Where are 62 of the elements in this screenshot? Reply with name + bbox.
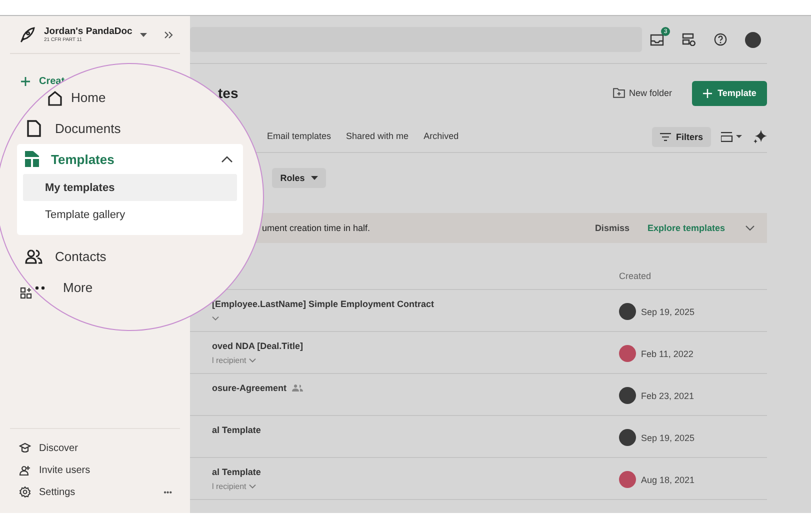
dismiss-link[interactable]: Dismiss (594, 223, 630, 233)
template-name[interactable]: al Template (212, 467, 261, 477)
document-icon (27, 120, 41, 137)
sub-nav-item[interactable]: My templates (23, 174, 237, 201)
caret-icon[interactable] (140, 32, 148, 36)
tab[interactable]: Archived (424, 122, 459, 152)
templates-icon (25, 151, 39, 167)
nav-item[interactable]: Documents (55, 121, 121, 136)
chevron-down-icon[interactable] (249, 358, 256, 362)
layout-clock-icon[interactable] (682, 33, 696, 46)
created-date: Feb 23, 2021 (641, 390, 694, 400)
help-icon[interactable] (714, 33, 727, 46)
filters-button[interactable]: Filters (652, 127, 711, 147)
new-folder-button[interactable]: New folder (612, 88, 672, 98)
contacts-icon (25, 248, 43, 264)
recipient-label: l recipient (212, 356, 246, 364)
workspace-name[interactable]: Jordan's PandaDoc (44, 26, 132, 37)
settings-icon[interactable] (19, 486, 31, 498)
graduation-cap-icon[interactable] (19, 442, 31, 454)
nav-item[interactable]: Home (71, 90, 106, 105)
house-icon (47, 90, 63, 106)
collapse-icon[interactable] (164, 30, 174, 38)
new-template-button[interactable]: Template (692, 80, 767, 106)
created-date: Aug 18, 2021 (641, 474, 695, 484)
tab[interactable]: Shared with me (346, 122, 409, 152)
column-header[interactable]: Created (619, 271, 767, 281)
add-user-icon[interactable] (19, 464, 31, 476)
sparkle-icon[interactable] (753, 130, 767, 144)
recipient-label: l recipient (212, 482, 246, 490)
template-name[interactable]: osure-Agreement (212, 383, 287, 393)
created-date: Feb 11, 2022 (641, 348, 694, 358)
template-name[interactable]: al Template (212, 425, 261, 435)
nav-item[interactable]: More (63, 280, 93, 295)
plus-icon (702, 88, 712, 98)
chevron-icon[interactable] (221, 156, 233, 162)
tab[interactable]: Email templates (267, 122, 332, 152)
chevron-down-icon[interactable] (212, 316, 219, 320)
filter-icon (660, 133, 671, 141)
created-date: Sep 19, 2025 (641, 306, 695, 316)
inbox-icon[interactable] (650, 33, 664, 46)
apps-icon[interactable] (20, 287, 32, 299)
page-title: tes (218, 85, 238, 101)
chevron-down-icon[interactable] (745, 225, 755, 231)
chevron-down-icon[interactable] (249, 484, 256, 488)
nav-item[interactable]: Contacts (55, 249, 106, 264)
search-field[interactable] (190, 27, 642, 52)
sidebar-item[interactable]: Discover (39, 442, 78, 454)
banner-text: ument creation time in half. (262, 223, 370, 233)
folder-icon (612, 88, 625, 98)
template-name[interactable]: oved NDA [Deal.Title] (212, 341, 304, 351)
template-name[interactable]: [Employee.LastName] Simple Employment Contract (212, 299, 434, 309)
sub-nav-item[interactable]: Template gallery (23, 201, 237, 228)
caret-icon (310, 176, 318, 180)
nav-item[interactable]: Templates (51, 152, 114, 166)
more-options[interactable]: ••• (164, 488, 172, 496)
avatar[interactable] (745, 32, 761, 48)
plus-icon[interactable] (21, 77, 30, 86)
roles-dropdown[interactable]: Roles (272, 168, 326, 188)
view-toggle-icon[interactable] (721, 132, 743, 142)
sidebar-item[interactable]: Settings (39, 486, 76, 498)
created-date: Sep 19, 2025 (641, 432, 695, 442)
sidebar-item[interactable]: Invite users (39, 464, 90, 476)
